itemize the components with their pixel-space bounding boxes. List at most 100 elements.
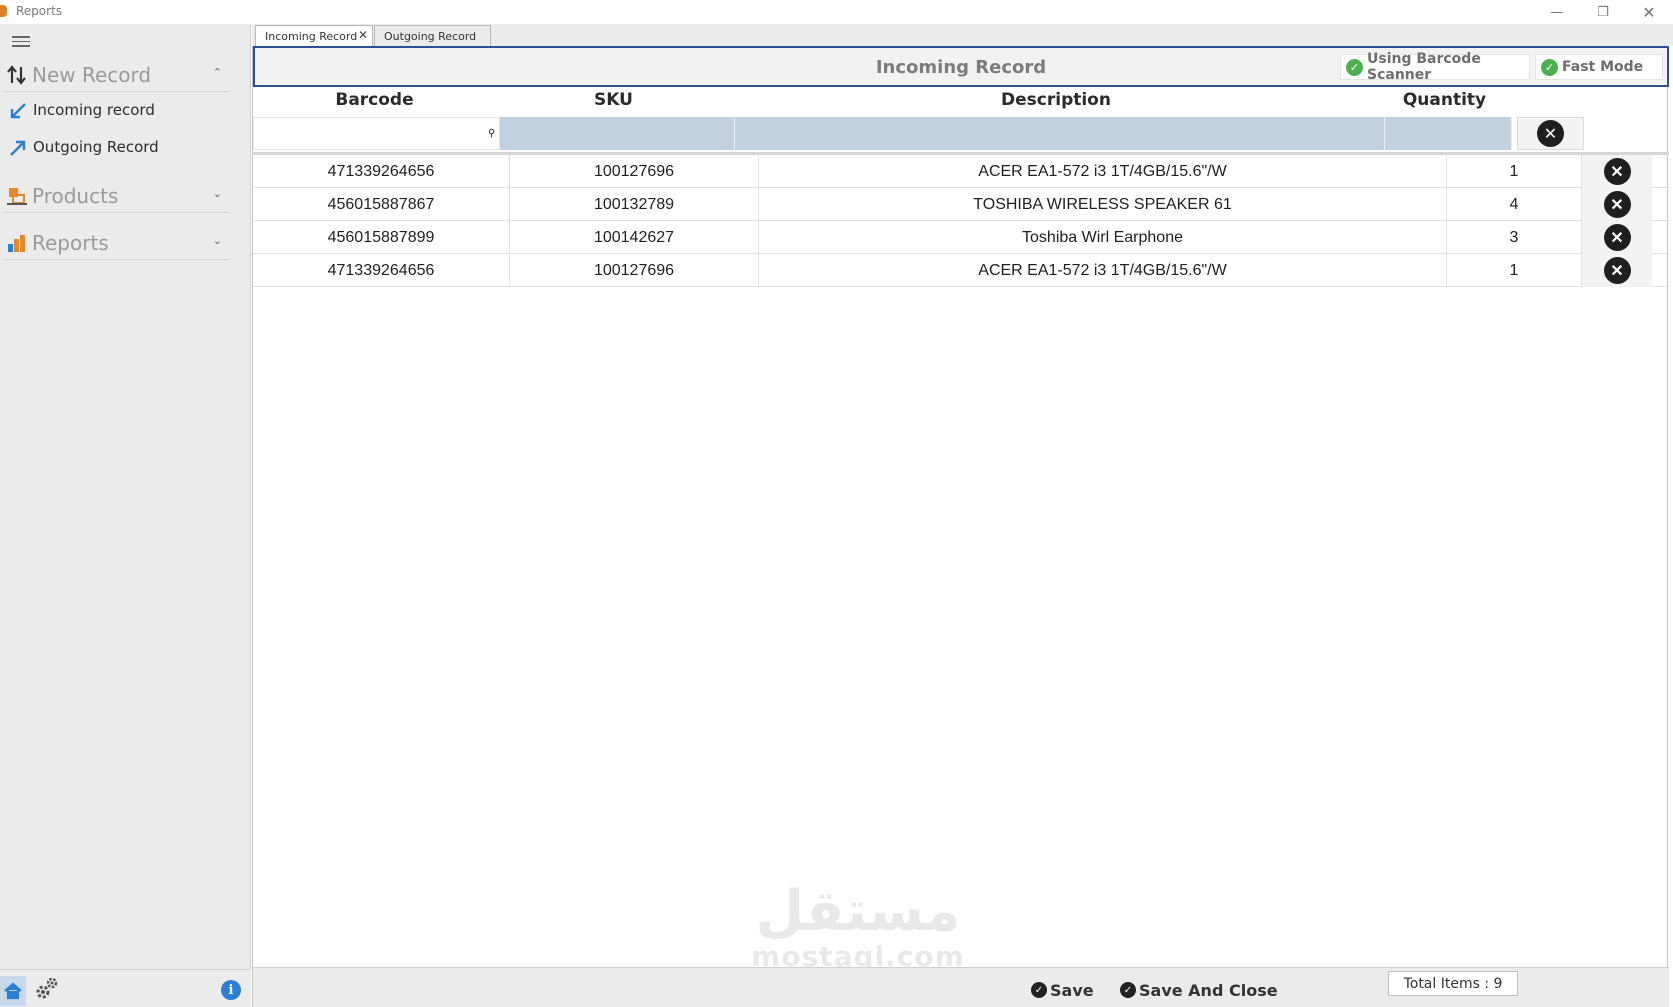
cell-description: ACER EA1-572 i3 1T/4GB/15.6"/W [759, 254, 1447, 287]
close-window-button[interactable]: ✕ [1626, 0, 1672, 24]
tab-label: Outgoing Record [384, 30, 477, 43]
delete-row-button[interactable]: ✕ [1582, 188, 1652, 221]
x-circle-icon: ✕ [1603, 257, 1631, 284]
sort-arrows-icon [7, 65, 26, 85]
barcode-scanner-toggle[interactable]: ✓ Using Barcode Scanner [1340, 51, 1530, 83]
x-circle-icon: ✕ [1603, 158, 1631, 185]
products-icon [7, 188, 27, 205]
sidebar: New Record ⌃ Incoming record Outgoing Re… [0, 24, 251, 1007]
save-button[interactable]: ✓ Save [1031, 978, 1094, 1002]
arrow-down-left-icon [10, 103, 26, 119]
cell-quantity: 1 [1447, 254, 1582, 287]
cell-barcode: 456015887899 [253, 221, 510, 254]
column-header-barcode[interactable]: Barcode [253, 90, 496, 110]
settings-button[interactable] [34, 976, 62, 1004]
toggle-label: Fast Mode [1562, 59, 1644, 75]
sidebar-group-reports[interactable]: Reports ⌄ [4, 228, 230, 260]
tab-label: Incoming Record [265, 30, 358, 43]
cell-sku: 100142627 [510, 221, 759, 254]
bar-chart-icon [8, 235, 25, 252]
tab-incoming-record[interactable]: Incoming Record ✕ [255, 25, 373, 46]
minimize-button[interactable]: — [1534, 0, 1580, 24]
cell-quantity: 1 [1447, 155, 1582, 188]
quantity-filter-cell[interactable] [1385, 117, 1512, 150]
sidebar-group-products[interactable]: Products ⌄ [4, 181, 230, 213]
window-title: Reports [16, 4, 63, 18]
hamburger-menu-icon[interactable] [12, 36, 30, 48]
save-label: Save [1050, 980, 1094, 1000]
table-header: Barcode SKU Description Quantity [253, 87, 1669, 117]
chevron-up-icon: ⌃ [212, 66, 222, 79]
x-circle-icon: ✕ [1537, 120, 1564, 147]
search-icon: ⚲ [488, 128, 496, 139]
app-window: Reports — ❐ ✕ New Record ⌃ Incoming reco… [0, 0, 1673, 1007]
watermark: مستقل mostaql.com [733, 879, 983, 974]
table-row[interactable]: 471339264656 100127696 ACER EA1-572 i3 1… [253, 155, 1669, 188]
tab-outgoing-record[interactable]: Outgoing Record [374, 25, 491, 46]
cell-sku: 100127696 [510, 155, 759, 188]
table-row[interactable]: 456015887867 100132789 TOSHIBA WIRELESS … [253, 188, 1669, 221]
column-header-description[interactable]: Description [731, 90, 1381, 110]
check-circle-icon: ✓ [1031, 982, 1047, 998]
cell-quantity: 4 [1447, 188, 1582, 221]
home-icon [4, 982, 22, 1000]
gears-icon [36, 977, 58, 999]
description-filter-cell[interactable] [735, 117, 1385, 150]
chevron-down-icon: ⌄ [212, 187, 222, 200]
restore-icon: ❐ [1597, 4, 1609, 20]
table-row[interactable]: 456015887899 100142627 Toshiba Wirl Earp… [253, 221, 1669, 254]
cell-barcode: 456015887867 [253, 188, 510, 221]
close-icon: ✕ [1642, 2, 1656, 22]
delete-row-button[interactable]: ✕ [1582, 155, 1652, 188]
column-header-sku[interactable]: SKU [496, 90, 731, 110]
info-icon: i [228, 982, 234, 998]
arrow-up-right-icon [10, 140, 26, 156]
column-header-quantity[interactable]: Quantity [1381, 90, 1508, 110]
tab-close-icon[interactable]: ✕ [358, 28, 368, 42]
cell-sku: 100132789 [510, 188, 759, 221]
home-button[interactable] [0, 976, 26, 1006]
sidebar-group-label: Products [32, 184, 119, 208]
toggle-label: Using Barcode Scanner [1367, 51, 1481, 83]
check-circle-icon: ✓ [1346, 59, 1363, 76]
cell-quantity: 3 [1447, 221, 1582, 254]
cell-barcode: 471339264656 [253, 155, 510, 188]
cell-description: TOSHIBA WIRELESS SPEAKER 61 [759, 188, 1447, 221]
sidebar-item-incoming-record[interactable]: Incoming record [6, 96, 226, 126]
sidebar-item-outgoing-record[interactable]: Outgoing Record [6, 133, 226, 163]
x-circle-icon: ✕ [1603, 224, 1631, 251]
clear-filter-button[interactable]: ✕ [1517, 117, 1584, 150]
sidebar-footer: i [0, 969, 251, 1007]
x-circle-icon: ✕ [1603, 191, 1631, 218]
minimize-icon: — [1550, 4, 1564, 20]
restore-button[interactable]: ❐ [1580, 0, 1626, 24]
save-close-label: Save And Close [1139, 980, 1278, 1000]
barcode-filter-input[interactable]: ⚲ [253, 117, 500, 150]
delete-row-button[interactable]: ✕ [1582, 254, 1652, 287]
panel-header: Incoming Record ✓ Using Barcode Scanner … [253, 46, 1669, 87]
app-logo-icon [0, 5, 7, 17]
cell-barcode: 471339264656 [253, 254, 510, 287]
sidebar-item-label: Incoming record [33, 101, 155, 119]
sidebar-group-label: New Record [32, 63, 152, 87]
fast-mode-toggle[interactable]: ✓ Fast Mode [1535, 54, 1663, 80]
record-panel: Incoming Record ✓ Using Barcode Scanner … [252, 46, 1669, 1007]
watermark-arabic: مستقل [755, 879, 961, 944]
save-and-close-button[interactable]: ✓ Save And Close [1120, 978, 1278, 1002]
filter-row: ⚲ [253, 117, 1669, 152]
sidebar-group-label: Reports [32, 231, 109, 255]
check-circle-icon: ✓ [1120, 982, 1136, 998]
sku-filter-cell[interactable] [500, 117, 735, 150]
cell-description: Toshiba Wirl Earphone [759, 221, 1447, 254]
table-row[interactable]: 471339264656 100127696 ACER EA1-572 i3 1… [253, 254, 1669, 287]
cell-description: ACER EA1-572 i3 1T/4GB/15.6"/W [759, 155, 1447, 188]
chevron-down-icon: ⌄ [212, 234, 222, 247]
total-items-counter: Total Items : 9 [1388, 971, 1518, 996]
info-button[interactable]: i [221, 980, 241, 1000]
sidebar-item-label: Outgoing Record [33, 138, 159, 156]
check-circle-icon: ✓ [1541, 59, 1558, 76]
delete-row-button[interactable]: ✕ [1582, 221, 1652, 254]
sidebar-group-new-record[interactable]: New Record ⌃ [4, 60, 230, 92]
panel-footer: ✓ Save ✓ Save And Close Total Items : 9 [253, 967, 1669, 1007]
tab-strip: Incoming Record ✕ Outgoing Record [252, 24, 1673, 46]
